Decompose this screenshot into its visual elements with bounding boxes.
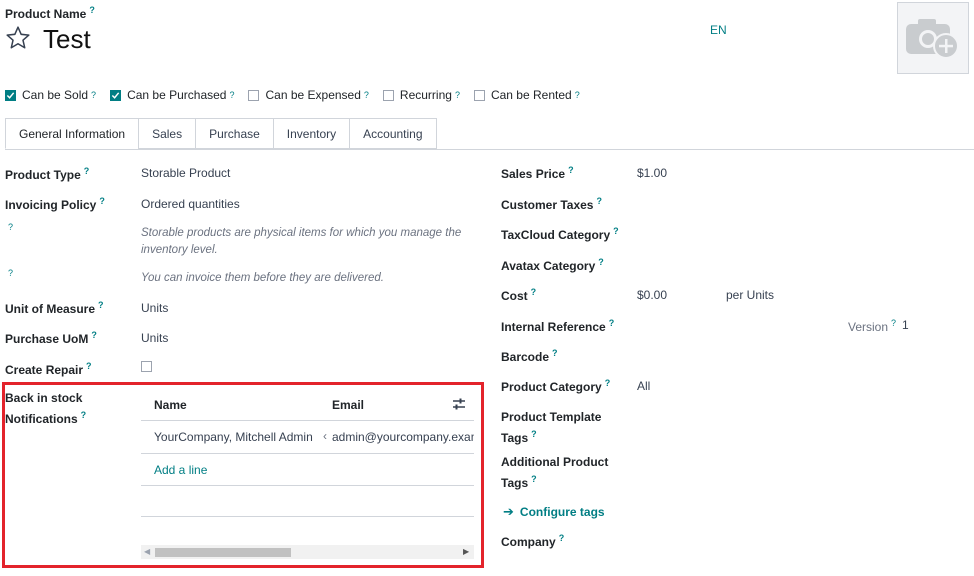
product-category-field[interactable]: All [637,379,650,393]
product-name-label: Product Name? [5,5,95,21]
tab-purchase[interactable]: Purchase [195,118,274,149]
purchase-uom-label: Purchase UoM? [5,330,97,346]
cost-label: Cost? [501,287,537,303]
product-category-label: Product Category? [501,378,611,394]
arrow-right-icon: ➔ [503,504,514,519]
sales-price-field[interactable]: $1.00 [637,166,667,180]
optional-columns-icon[interactable] [452,397,466,414]
row-name: YourCompany, Mitchell Admin [154,430,313,444]
checkbox-checked-icon [110,89,122,101]
product-flags: Can be Sold? Can be Purchased? Can be Ex… [5,88,594,102]
language-button[interactable]: EN [710,23,727,37]
help-icon: ? [8,268,14,278]
notebook-tabs: General Information Sales Purchase Inven… [5,118,437,150]
additional-product-tags-label: Additional Product Tags? [501,455,609,490]
tab-sales[interactable]: Sales [138,118,197,149]
can-be-purchased-checkbox[interactable]: Can be Purchased? [110,88,234,102]
list-header: Name Email [141,390,474,421]
uom-label: Unit of Measure? [5,300,104,316]
product-image-upload[interactable] [897,2,969,74]
tab-accounting[interactable]: Accounting [349,118,437,149]
scroll-right-icon[interactable]: ▶ [463,547,469,556]
product-title[interactable]: Test [43,24,91,55]
barcode-label: Barcode? [501,348,558,364]
tab-divider [5,149,974,150]
create-repair-label: Create Repair? [5,361,92,377]
table-row[interactable]: YourCompany, Mitchell Admin ‹ admin@your… [141,421,474,454]
checkbox-unchecked-icon [248,89,260,101]
empty-row [141,486,474,517]
version-field[interactable]: 1 [902,318,909,332]
product-template-tags-label: Product Template Tags? [501,410,602,445]
product-type-label: Product Type? [5,166,90,182]
create-repair-checkbox[interactable] [141,361,152,375]
invoice-hint: You can invoice them before they are del… [141,272,384,284]
checkbox-unchecked-icon [382,89,394,101]
tab-general-information[interactable]: General Information [5,118,140,149]
avatax-category-label: Avatax Category? [501,257,604,273]
sales-price-label: Sales Price? [501,165,574,181]
customer-taxes-label: Customer Taxes? [501,196,602,212]
internal-reference-label: Internal Reference? [501,318,615,334]
add-line-row: Add a line [141,454,474,486]
invoicing-policy-label: Invoicing Policy? [5,196,105,212]
storable-hint: Storable products are physical items for… [141,227,462,256]
add-line-link[interactable]: Add a line [154,463,207,477]
row-email: admin@yourcompany.exam [332,430,474,444]
notifications-list: Name Email YourCompany, Mitchell Admin ‹… [141,390,474,562]
recurring-checkbox[interactable]: Recurring? [382,88,460,102]
invoicing-policy-field[interactable]: Ordered quantities [141,197,240,211]
taxcloud-category-label: TaxCloud Category? [501,226,619,242]
help-icon: ? [8,222,14,232]
checkbox-unchecked-icon [473,89,485,101]
camera-add-icon [904,14,962,63]
scroll-left-icon[interactable]: ◀ [144,547,150,556]
title-row: Test [5,24,91,55]
uom-field[interactable]: Units [141,301,168,315]
horizontal-scrollbar[interactable]: ◀ ▶ [141,545,474,559]
company-label: Company? [501,533,565,549]
favorite-star-icon[interactable] [5,25,31,54]
can-be-rented-checkbox[interactable]: Can be Rented? [473,88,580,102]
cost-field[interactable]: $0.00 [637,288,667,302]
scrollbar-thumb[interactable] [155,548,291,557]
checkbox-unchecked-icon [141,361,152,372]
can-be-sold-checkbox[interactable]: Can be Sold? [5,88,96,102]
product-type-field[interactable]: Storable Product [141,166,230,180]
column-email[interactable]: Email [332,398,364,412]
can-be-expensed-checkbox[interactable]: Can be Expensed? [248,88,369,102]
column-name[interactable]: Name [154,398,187,412]
version-label: Version? [848,318,897,334]
truncation-mark: ‹ [323,429,327,443]
cost-unit: per Units [726,288,775,302]
configure-tags-link[interactable]: ➔ Configure tags [503,504,605,520]
notifications-label: Back in stock Notifications? [5,391,87,426]
purchase-uom-field[interactable]: Units [141,331,168,345]
tab-inventory[interactable]: Inventory [272,118,351,149]
checkbox-checked-icon [5,89,16,101]
